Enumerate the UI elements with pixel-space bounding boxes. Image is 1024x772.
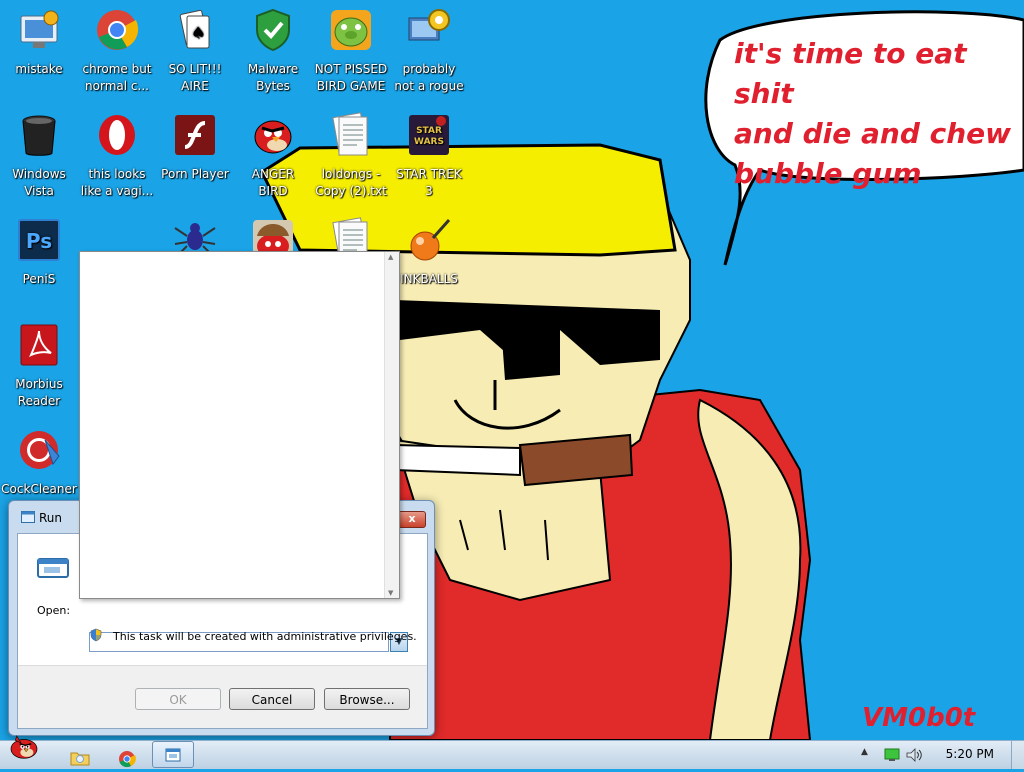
text-file-icon <box>332 112 368 156</box>
desktop-icon-label: loldongs - Copy (2).txt <box>315 167 387 198</box>
pdf-reader-icon <box>20 324 58 366</box>
shield-check-icon <box>256 8 290 52</box>
gear-computer-icon <box>408 9 450 41</box>
desktop-icon-label: Porn Player <box>161 167 229 181</box>
wallpaper-signature: VM0b0t <box>862 703 976 733</box>
desktop-icon-label: PeniS <box>22 272 56 286</box>
desktop-icon-porn[interactable]: Porn Player <box>156 111 234 183</box>
inkball-icon <box>410 219 451 261</box>
desktop-icon-chrome[interactable]: chrome but normal c... <box>78 6 156 95</box>
desktop-icon-label: Malware Bytes <box>247 62 299 93</box>
desktop-icon-solit[interactable]: ♠ SO LIT!!! AIRE <box>156 6 234 95</box>
angry-bird-start-icon[interactable] <box>2 733 46 759</box>
desktop-icon-label: chrome but normal c... <box>82 62 152 93</box>
solitaire-icon: ♠ <box>179 9 210 49</box>
svg-text:♠: ♠ <box>191 23 205 42</box>
run-window-taskbar-button[interactable] <box>152 741 194 768</box>
speech-bubble-text: it's time to eat shit and die and chew b… <box>734 37 1012 190</box>
chrome-icon[interactable] <box>118 746 136 772</box>
run-program-icon <box>37 558 69 578</box>
network-icon[interactable] <box>884 748 900 762</box>
browse-button[interactable]: Browse... <box>324 688 410 710</box>
run-footer: OK Cancel Browse... <box>18 665 427 728</box>
desktop-icon-opera[interactable]: this looks like a vagi... <box>78 111 156 200</box>
desktop-icon-label: probably not a rogue <box>394 62 464 93</box>
dropdown-scrollbar[interactable]: ▲ ▼ <box>384 252 399 598</box>
desktop-icon-penis[interactable]: Ps PeniS <box>0 216 78 288</box>
angry-bird-icon <box>254 120 292 154</box>
desktop-icon-label: Windows Vista <box>12 167 66 198</box>
clock[interactable]: 5:20 PM <box>946 747 994 761</box>
ok-button[interactable]: OK <box>135 688 221 710</box>
control-panel-icon <box>20 10 59 48</box>
desktop-icon-label: ANGER BIRD <box>251 167 295 198</box>
run-title: Run <box>39 511 63 525</box>
flash-icon <box>175 115 215 155</box>
run-history-dropdown[interactable]: ▲ ▼ <box>79 251 400 599</box>
desktop-icon-startrek[interactable]: STAR WARS STAR TREK 3 <box>390 111 468 200</box>
desktop-icon-label: Morbius Reader <box>15 377 63 408</box>
desktop-icon-label: NOT PISSED BIRD GAME <box>314 62 388 93</box>
desktop-icon-label: mistake <box>15 62 63 76</box>
admin-note: This task will be created with administr… <box>113 630 417 643</box>
ccleaner-icon <box>20 431 60 469</box>
explorer-folder-icon[interactable] <box>70 745 90 771</box>
green-pig-icon <box>331 10 371 50</box>
photoshop-icon: Ps <box>18 219 60 261</box>
open-label: Open: <box>37 604 71 617</box>
desktop-icon-label: this looks like a vagi... <box>80 167 154 198</box>
desktop-icon-mistake[interactable]: mistake <box>0 6 78 78</box>
star-trek-icon: STARWARS <box>409 115 449 155</box>
show-desktop-button[interactable] <box>1011 741 1024 769</box>
uac-shield-icon <box>90 628 102 642</box>
run-window-icon <box>21 511 35 523</box>
volume-icon[interactable] <box>906 748 924 762</box>
opera-icon <box>99 115 135 155</box>
desktop-icon-inkballs[interactable]: INKBALLS <box>390 216 468 288</box>
desktop-icon-malware[interactable]: Malware Bytes <box>234 6 312 95</box>
run-window-icon <box>165 748 181 762</box>
desktop-icon-rogue[interactable]: probably not a rogue <box>390 6 468 95</box>
chrome-icon <box>97 10 139 50</box>
cancel-button[interactable]: Cancel <box>229 688 315 710</box>
taskbar: ▲ 5:20 PM <box>0 735 1024 772</box>
desktop-icon-label: SO LIT!!! AIRE <box>168 62 222 93</box>
show-hidden-icons-arrow-icon[interactable]: ▲ <box>861 747 868 757</box>
svg-text:WARS: WARS <box>414 137 444 147</box>
desktop-icon-label: CockCleaner <box>1 482 77 496</box>
svg-text:STAR: STAR <box>416 126 442 136</box>
desktop-icon-loldongs[interactable]: loldongs - Copy (2).txt <box>312 111 390 200</box>
svg-text:Ps: Ps <box>26 229 52 253</box>
desktop-icon-notpissed[interactable]: NOT PISSED BIRD GAME <box>312 6 390 95</box>
trash-can-icon <box>22 115 56 156</box>
close-button[interactable]: x <box>398 511 426 528</box>
desktop-icon-label: INKBALLS <box>400 272 458 286</box>
desktop-icon-morbius[interactable]: Morbius Reader <box>0 321 78 410</box>
desktop-icon-vista[interactable]: Windows Vista <box>0 111 78 200</box>
desktop-icon-cock[interactable]: CockCleaner <box>0 426 78 498</box>
desktop-icon-anger[interactable]: ANGER BIRD <box>234 111 312 200</box>
desktop-icon-label: STAR TREK 3 <box>396 167 462 198</box>
